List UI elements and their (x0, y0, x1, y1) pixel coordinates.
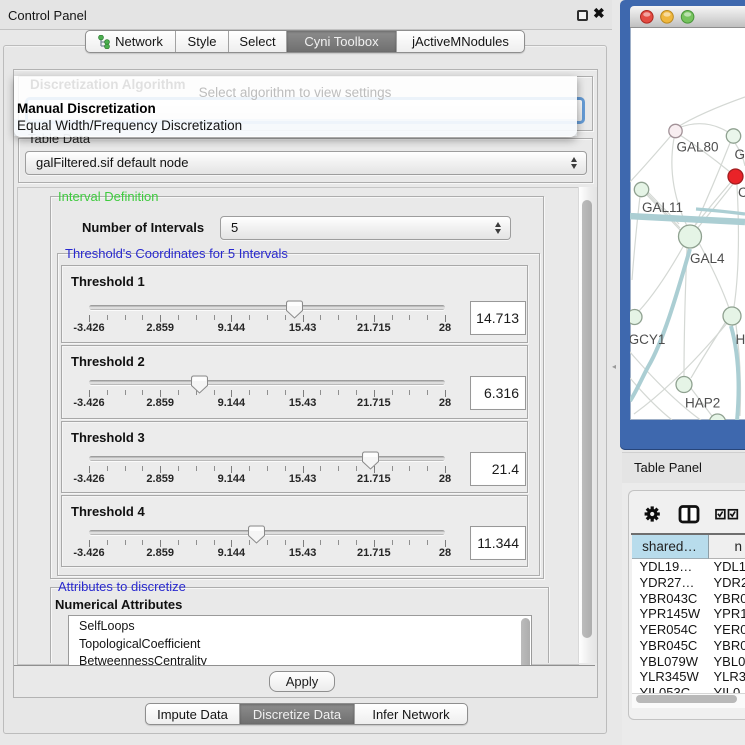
svg-text:GAL80: GAL80 (677, 140, 719, 155)
svg-text:HIS: HIS (736, 332, 745, 347)
svg-text:CYC: CYC (738, 185, 745, 200)
svg-text:GAL4: GAL4 (735, 147, 745, 162)
svg-text:GAL4: GAL4 (690, 251, 725, 266)
svg-text:GCY1: GCY1 (630, 332, 665, 347)
svg-text:GAL11: GAL11 (642, 200, 683, 215)
svg-text:HAP2: HAP2 (685, 396, 720, 411)
